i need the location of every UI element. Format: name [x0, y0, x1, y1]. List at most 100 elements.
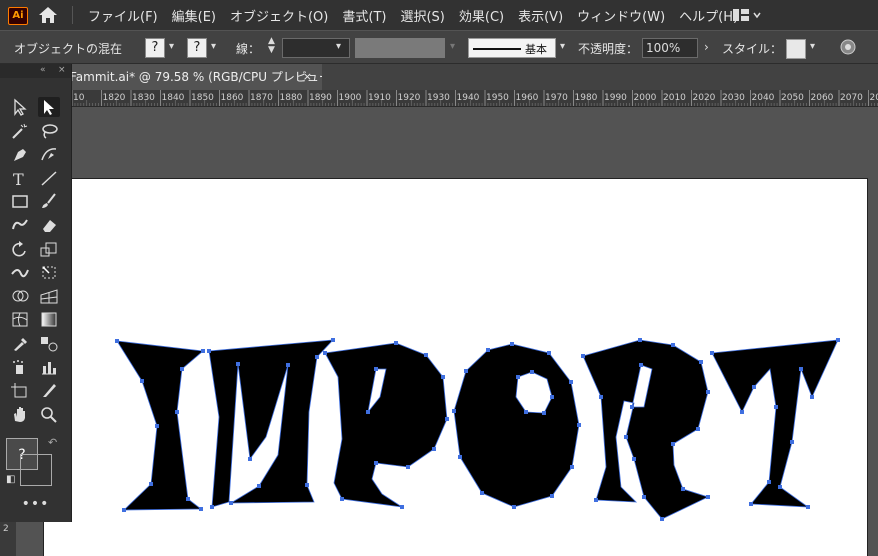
shaper-icon — [12, 219, 28, 230]
type-icon: T — [13, 170, 24, 189]
selection-mode-label: オブジェクトの混在 — [14, 42, 123, 56]
ruler-label: 2040 — [752, 93, 775, 103]
ruler-label: 2010 — [663, 93, 686, 103]
menu-help[interactable]: ヘルプ(H) — [679, 6, 738, 25]
ruler-label: 1950 — [486, 93, 509, 103]
close-icon[interactable]: × — [58, 65, 66, 75]
hand-icon — [14, 406, 25, 422]
letter-m-shape[interactable] — [208, 339, 335, 508]
close-icon[interactable]: × — [303, 64, 312, 90]
stroke-color-box[interactable] — [20, 454, 52, 486]
swap-colors-icon[interactable]: ↶ — [48, 436, 57, 449]
chevron-down-icon[interactable]: ▾ — [336, 41, 341, 52]
menu-object[interactable]: オブジェクト(O) — [230, 6, 328, 25]
slice-tool[interactable] — [38, 380, 60, 400]
horizontal-ruler: 10 1820 1830 1840 1850 1860 1870 1880 1890 1900 19… — [0, 90, 878, 107]
gradient-icon — [41, 312, 57, 327]
artboard-icon — [11, 383, 27, 398]
menu-window[interactable]: ウィンドウ(W) — [577, 6, 665, 25]
gradient-tool[interactable] — [38, 309, 60, 329]
chevron-right-icon[interactable]: › — [704, 40, 709, 54]
ruler-label: 1860 — [221, 93, 244, 103]
slice-icon — [43, 384, 56, 398]
recolor-artwork-icon[interactable] — [840, 39, 856, 55]
curvature-icon — [41, 148, 57, 161]
chevron-down-icon[interactable]: ▾ — [169, 41, 174, 52]
hand-tool[interactable] — [9, 404, 31, 424]
width-tool[interactable] — [9, 262, 31, 282]
eyedropper-tool[interactable] — [9, 333, 31, 353]
line-tool[interactable] — [38, 168, 60, 188]
pen-icon — [14, 149, 26, 162]
chevron-down-icon[interactable]: ▾ — [560, 41, 565, 52]
rectangle-icon — [12, 195, 28, 209]
menu-file[interactable]: ファイル(F) — [88, 6, 158, 25]
pen-tool[interactable] — [9, 144, 31, 164]
graphic-style-swatch[interactable] — [786, 39, 806, 59]
menu-view[interactable]: 表示(V) — [518, 6, 563, 25]
ruler-label: 1910 — [368, 93, 391, 103]
perspective-grid-icon — [40, 289, 58, 304]
symbol-sprayer-tool[interactable] — [9, 357, 31, 377]
collapse-icon[interactable]: « — [40, 65, 46, 75]
panel-grip[interactable]: « × — [0, 64, 71, 78]
zoom-tool[interactable] — [38, 404, 60, 424]
default-colors-icon[interactable]: ◧ — [6, 474, 15, 485]
variable-width-profile[interactable] — [355, 38, 445, 58]
column-graph-icon — [42, 361, 56, 375]
perspective-grid-tool[interactable] — [38, 286, 60, 306]
letter-t-shape[interactable] — [711, 339, 839, 508]
letter-r-shape[interactable] — [582, 339, 710, 520]
scale-tool[interactable] — [38, 239, 60, 259]
chevron-down-icon: ▾ — [450, 41, 456, 52]
stroke-swatch[interactable]: ? — [187, 38, 207, 58]
mesh-tool[interactable] — [9, 309, 31, 329]
chevron-down-icon[interactable]: ▾ — [211, 41, 216, 52]
column-graph-tool[interactable] — [38, 357, 60, 377]
menu-effect[interactable]: 効果(C) — [459, 6, 504, 25]
rotate-tool[interactable] — [9, 239, 31, 259]
artwork[interactable] — [16, 107, 878, 556]
paintbrush-tool[interactable] — [38, 191, 60, 211]
shape-builder-tool[interactable] — [9, 286, 31, 306]
ruler-label: 1820 — [103, 93, 126, 103]
edit-toolbar-button[interactable]: ••• — [0, 496, 71, 512]
free-transform-tool[interactable] — [38, 262, 60, 282]
ruler-label: 1920 — [398, 93, 421, 103]
style-label: スタイル： — [722, 42, 783, 56]
type-tool[interactable]: T — [9, 168, 31, 189]
rectangle-tool[interactable] — [9, 191, 31, 211]
free-transform-icon — [42, 266, 56, 279]
letter-o-shape[interactable] — [453, 343, 580, 508]
width-icon — [11, 269, 29, 278]
letter-i-shape[interactable] — [116, 340, 204, 511]
artboard-tool[interactable] — [9, 380, 31, 400]
opacity-input[interactable]: 100% — [642, 38, 698, 58]
rotate-icon — [12, 240, 26, 257]
ruler-label: 1940 — [457, 93, 480, 103]
ruler-label: 2080 — [870, 93, 878, 103]
chevron-down-icon[interactable]: ▾ — [810, 41, 815, 52]
menu-select[interactable]: 選択(S) — [400, 6, 444, 25]
ruler-ticks: 10 1820 1830 1840 1850 1860 1870 1880 1890 1900 19… — [71, 90, 878, 106]
scale-icon — [40, 242, 57, 257]
direct-selection-tool[interactable] — [38, 97, 60, 117]
workspace-switcher-icon[interactable] — [733, 9, 761, 21]
letter-p-shape[interactable] — [324, 342, 448, 508]
lasso-tool[interactable] — [38, 121, 60, 141]
magic-wand-tool[interactable] — [9, 121, 31, 141]
shaper-tool[interactable] — [9, 215, 31, 235]
eraser-tool[interactable] — [38, 215, 60, 235]
stepper-icon[interactable]: ▲ ▼ — [268, 37, 275, 55]
document-tab[interactable]: Fammit.ai* @ 79.58 % (RGB/CPU プレビュー) × — [60, 64, 322, 90]
fill-swatch[interactable]: ? — [145, 38, 165, 58]
blend-tool[interactable] — [38, 333, 60, 353]
curvature-tool[interactable] — [38, 144, 60, 164]
menu-type[interactable]: 書式(T) — [342, 6, 386, 25]
ruler-label: 1980 — [575, 93, 598, 103]
home-icon[interactable] — [38, 6, 58, 24]
menu-edit[interactable]: 編集(E) — [172, 6, 216, 25]
canvas[interactable] — [16, 107, 878, 556]
brush-definition[interactable]: 基本 — [468, 38, 556, 58]
selection-tool[interactable] — [9, 97, 31, 117]
